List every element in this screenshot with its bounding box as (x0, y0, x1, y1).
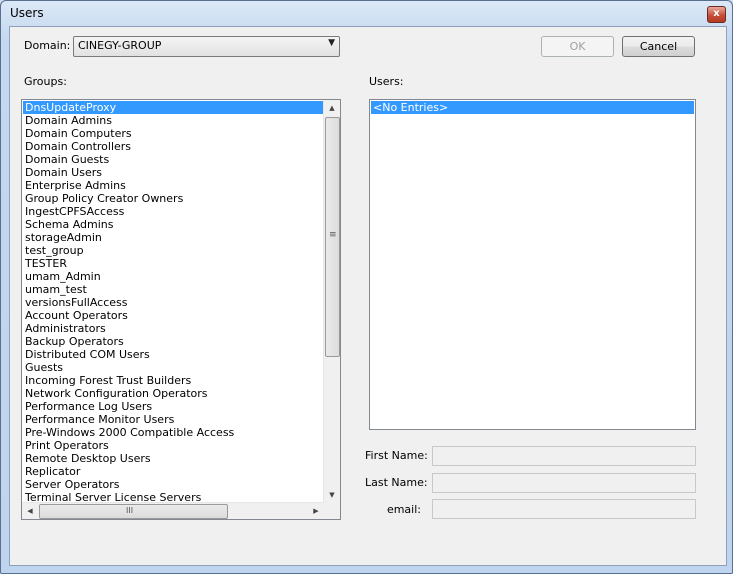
list-item[interactable]: Pre-Windows 2000 Compatible Access (23, 426, 323, 439)
list-item[interactable]: Remote Desktop Users (23, 452, 323, 465)
list-item[interactable]: Backup Operators (23, 335, 323, 348)
scroll-right-icon[interactable]: ▶ (308, 503, 324, 519)
list-item[interactable]: Replicator (23, 465, 323, 478)
list-item[interactable]: Performance Monitor Users (23, 413, 323, 426)
domain-value: CINEGY-GROUP (78, 39, 162, 52)
first-name-field[interactable] (432, 446, 696, 466)
list-item[interactable]: umam_test (23, 283, 323, 296)
scroll-down-icon[interactable]: ▼ (324, 487, 340, 503)
title-bar[interactable]: Users x (1, 1, 732, 25)
last-name-label: Last Name: (365, 476, 428, 489)
list-item[interactable]: Distributed COM Users (23, 348, 323, 361)
grip-icon: ≡ (329, 230, 337, 240)
dialog-client-area: Domain: CINEGY-GROUP ▼ OK Cancel Groups:… (9, 26, 727, 566)
list-item[interactable]: <No Entries> (371, 101, 694, 114)
groups-horizontal-thumb[interactable]: III (39, 504, 228, 519)
list-item[interactable]: versionsFullAccess (23, 296, 323, 309)
groups-items: DnsUpdateProxy Domain Admins Domain Comput… (23, 101, 323, 504)
list-item[interactable]: Enterprise Admins (23, 179, 323, 192)
groups-horizontal-scrollbar[interactable]: ◀ III ▶ (22, 502, 324, 519)
list-item[interactable]: Domain Controllers (23, 140, 323, 153)
users-listbox[interactable]: <No Entries> (369, 99, 696, 430)
groups-vertical-thumb[interactable]: ≡ (325, 117, 340, 357)
list-item[interactable]: Domain Admins (23, 114, 323, 127)
last-name-field[interactable] (432, 473, 696, 493)
first-name-label: First Name: (365, 449, 428, 462)
list-item[interactable]: umam_Admin (23, 270, 323, 283)
window-title: Users (10, 6, 44, 20)
list-item[interactable]: Guests (23, 361, 323, 374)
list-item[interactable]: Schema Admins (23, 218, 323, 231)
list-item[interactable]: Domain Guests (23, 153, 323, 166)
users-dialog-window: Users x Domain: CINEGY-GROUP ▼ OK Cancel… (0, 0, 733, 574)
close-button[interactable]: x (707, 6, 726, 23)
scroll-up-icon[interactable]: ▲ (324, 100, 340, 116)
list-item[interactable]: test_group (23, 244, 323, 257)
email-field[interactable] (432, 499, 696, 519)
list-item[interactable]: Print Operators (23, 439, 323, 452)
list-item[interactable]: Group Policy Creator Owners (23, 192, 323, 205)
list-item[interactable]: Account Operators (23, 309, 323, 322)
groups-label: Groups: (24, 75, 67, 88)
list-item[interactable]: Domain Users (23, 166, 323, 179)
list-item[interactable]: Administrators (23, 322, 323, 335)
list-item[interactable]: storageAdmin (23, 231, 323, 244)
close-icon: x (713, 8, 720, 19)
list-item[interactable]: TESTER (23, 257, 323, 270)
scroll-left-icon[interactable]: ◀ (22, 503, 38, 519)
grip-icon: III (126, 506, 134, 515)
ok-button[interactable]: OK (541, 36, 614, 57)
list-item[interactable]: Server Operators (23, 478, 323, 491)
list-item[interactable]: DnsUpdateProxy (23, 101, 323, 114)
groups-listbox[interactable]: DnsUpdateProxy Domain Admins Domain Comput… (21, 99, 341, 520)
domain-select[interactable]: CINEGY-GROUP ▼ (73, 36, 340, 57)
chevron-down-icon: ▼ (328, 38, 335, 48)
scrollbar-corner (324, 503, 340, 519)
users-label: Users: (369, 75, 404, 88)
list-item[interactable]: Incoming Forest Trust Builders (23, 374, 323, 387)
list-item[interactable]: Network Configuration Operators (23, 387, 323, 400)
domain-label: Domain: (24, 39, 71, 52)
list-item[interactable]: Domain Computers (23, 127, 323, 140)
groups-vertical-scrollbar[interactable]: ▲ ≡ ▼ (323, 100, 340, 503)
email-label: email: (386, 503, 421, 516)
list-item[interactable]: IngestCPFSAccess (23, 205, 323, 218)
cancel-button[interactable]: Cancel (622, 36, 695, 57)
list-item[interactable]: Performance Log Users (23, 400, 323, 413)
